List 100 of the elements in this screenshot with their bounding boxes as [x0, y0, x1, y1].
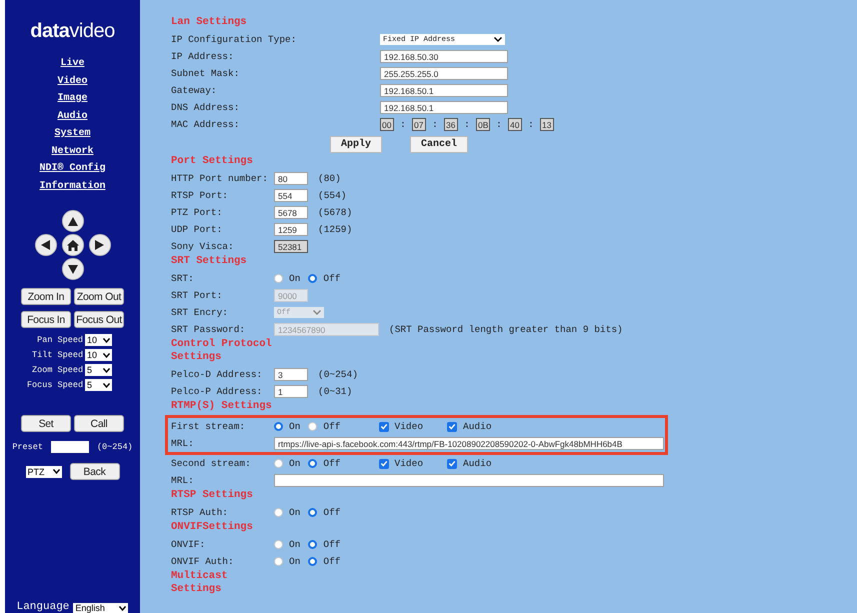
lens-button[interactable]: Zoom In: [21, 288, 71, 305]
field-label: RTSP Port:: [171, 190, 230, 201]
radio-button[interactable]: [274, 540, 283, 549]
lens-button[interactable]: Focus In: [21, 311, 71, 328]
section-heading: Multicast Settings: [171, 570, 229, 596]
separator-colon: :: [495, 119, 503, 130]
speed-label: Pan Speed: [37, 335, 84, 345]
text-field[interactable]: 5678: [274, 206, 308, 219]
chevron-down-icon: [103, 368, 110, 372]
field-label: Subnet Mask:: [171, 68, 240, 79]
nav-link[interactable]: Audio: [57, 110, 88, 124]
checkbox-label: Video: [394, 421, 424, 432]
language-dropdown[interactable]: English: [73, 603, 128, 613]
field-label: HTTP Port number:: [171, 173, 269, 184]
field-label: IP Configuration Type:: [171, 34, 298, 45]
field-label: MRL:: [171, 438, 195, 449]
radio-button[interactable]: [274, 508, 283, 517]
lens-button[interactable]: Focus Out: [74, 311, 124, 328]
speed-dropdown[interactable]: 5: [85, 379, 112, 391]
field-label: ONVIF Auth:: [171, 556, 235, 567]
form-button[interactable]: Cancel: [410, 136, 468, 152]
checkbox[interactable]: [378, 422, 389, 432]
field-label: First stream:: [171, 421, 246, 432]
mac-field[interactable]: 13: [540, 118, 554, 131]
nav-link[interactable]: Network: [51, 144, 94, 159]
radio-button[interactable]: [308, 508, 318, 517]
text-field[interactable]: 192.168.50.30: [380, 50, 508, 63]
speed-label: Focus Speed: [26, 380, 84, 390]
chevron-down-icon: [313, 310, 321, 315]
mac-field[interactable]: 40: [508, 118, 522, 131]
radio-label: On: [289, 539, 300, 550]
mac-field[interactable]: 0B: [476, 118, 490, 131]
separator-colon: :: [463, 119, 471, 130]
text-field[interactable]: 192.168.50.1: [380, 101, 508, 114]
checkbox[interactable]: [447, 458, 458, 468]
nav-link[interactable]: Live: [60, 57, 84, 72]
section-heading: Control Protocol Settings: [171, 338, 273, 364]
checkbox-label: Audio: [463, 421, 492, 432]
text-field[interactable]: 80: [274, 172, 308, 185]
lens-button[interactable]: Zoom Out: [74, 288, 124, 305]
nav-link[interactable]: NDI® Config: [39, 162, 106, 176]
chevron-down-icon: [119, 606, 126, 610]
preset-field[interactable]: [50, 441, 89, 453]
radio-label: Off: [323, 273, 341, 284]
text-field[interactable]: 1: [274, 385, 308, 398]
triangle-right-icon: [95, 240, 104, 250]
field-label: Pelco-D Address:: [171, 369, 264, 380]
radio-label: On: [289, 556, 300, 567]
mac-field[interactable]: 00: [380, 118, 394, 131]
home-button[interactable]: [62, 234, 84, 256]
mac-field[interactable]: 07: [412, 118, 426, 131]
mode-dropdown[interactable]: PTZ: [26, 466, 62, 478]
nav-link[interactable]: Information: [39, 180, 106, 194]
pan-right-button[interactable]: [88, 234, 110, 256]
field-label: ONVIF:: [171, 539, 206, 550]
radio-button[interactable]: [308, 557, 318, 566]
radio-button[interactable]: [274, 557, 283, 566]
radio-button[interactable]: [274, 422, 283, 431]
pan-left-button[interactable]: [34, 234, 56, 256]
pan-down-button[interactable]: [62, 258, 84, 280]
field-label: Sony Visca:: [171, 241, 235, 252]
radio-button[interactable]: [308, 540, 318, 549]
radio-button[interactable]: [274, 459, 283, 468]
text-field[interactable]: 192.168.50.1: [380, 84, 508, 97]
chevron-down-icon: [103, 338, 110, 342]
speed-dropdown[interactable]: 5: [85, 364, 112, 376]
radio-button[interactable]: [308, 422, 318, 431]
radio-button[interactable]: [308, 459, 318, 468]
radio-label: Off: [323, 539, 341, 550]
field-label: PTZ Port:: [171, 207, 224, 218]
field-label: Pelco-P Address:: [171, 386, 264, 397]
radio-label: Off: [323, 507, 341, 518]
language-label: Language: [16, 601, 70, 613]
text-field[interactable]: [274, 474, 664, 487]
text-field[interactable]: rtmps://live-api-s.facebook.com:443/rtmp/FB-10208902208590202-0-AbwFgk48bMHH6b4B: [274, 437, 664, 450]
nav-link[interactable]: System: [54, 127, 90, 142]
checkbox[interactable]: [378, 458, 389, 468]
back-button[interactable]: Back: [70, 463, 120, 480]
pan-up-button[interactable]: [62, 210, 84, 232]
text-field[interactable]: 3: [274, 368, 308, 381]
radio-button[interactable]: [308, 274, 318, 283]
nav-link[interactable]: Video: [57, 74, 88, 89]
section-heading: RTMP(S) Settings: [171, 400, 273, 413]
radio-button[interactable]: [274, 274, 283, 283]
field-hint: (0~254): [318, 369, 358, 380]
form-button[interactable]: Apply: [330, 136, 382, 152]
speed-label: Zoom Speed: [32, 365, 84, 375]
text-field[interactable]: 255.255.255.0: [380, 67, 508, 80]
text-field[interactable]: 554: [274, 189, 308, 202]
mac-field[interactable]: 36: [444, 118, 458, 131]
nav-link[interactable]: Image: [57, 92, 88, 106]
speed-dropdown[interactable]: 10: [85, 334, 112, 346]
checkbox[interactable]: [447, 422, 458, 432]
preset-button[interactable]: Call: [74, 415, 124, 432]
preset-button[interactable]: Set: [21, 415, 71, 432]
checkbox-label: Video: [394, 458, 424, 469]
field-label: Gateway:: [171, 85, 218, 96]
text-field[interactable]: 1259: [274, 223, 308, 236]
field-hint: (554): [318, 190, 347, 201]
speed-dropdown[interactable]: 10: [85, 349, 112, 361]
